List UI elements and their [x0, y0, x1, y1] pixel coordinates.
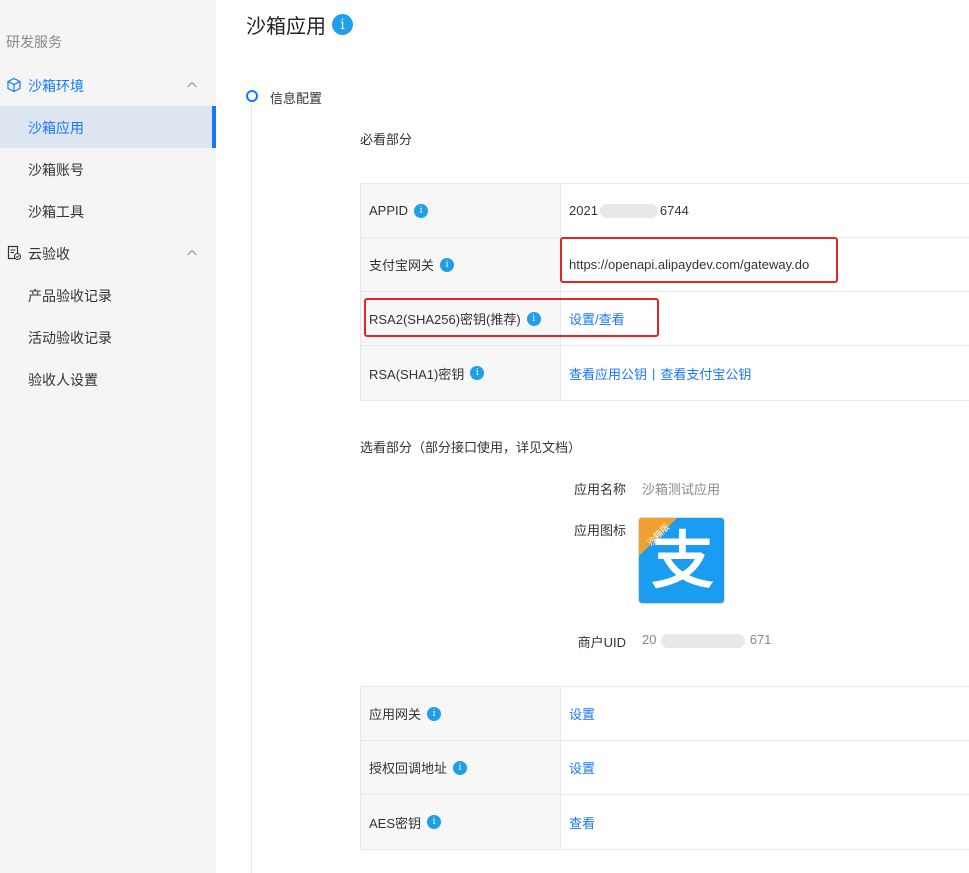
row-label: 支付宝网关 i [361, 238, 561, 291]
merchant-uid-row: 商户UID 20 671 [566, 632, 772, 651]
page-title: 沙箱应用 i [246, 10, 353, 39]
aes-key-view-link[interactable]: 查看 [569, 813, 595, 832]
main-content: 沙箱应用 i 信息配置 必看部分 APPID i 2021 6744 支付宝网关… [216, 0, 969, 873]
view-app-public-key-link[interactable]: 查看应用公钥 [569, 364, 647, 383]
app-icon-label: 应用图标 [573, 523, 626, 538]
app-gateway-value: 设置 [569, 687, 595, 740]
info-icon[interactable]: i [453, 760, 468, 775]
callback-url-set-link[interactable]: 设置 [569, 758, 595, 777]
app-name-row: 应用名称 沙箱测试应用 [566, 479, 720, 498]
app-name-label: 应用名称 [573, 482, 626, 497]
row-label: 应用网关 i [361, 687, 561, 740]
row-label-text: RSA(SHA1)密钥 [369, 366, 465, 382]
merchant-uid-prefix: 20 [642, 632, 657, 647]
masked-text [661, 633, 746, 648]
info-icon[interactable]: i [470, 366, 485, 380]
alipay-glyph: 支 [651, 527, 714, 596]
app-gateway-set-link[interactable]: 设置 [569, 704, 595, 723]
optional-config-table: 应用网关 i 设置 授权回调地址 i 设置 AES密钥 i 查看 [360, 686, 969, 850]
sidebar-item-label: 验收人设置 [28, 372, 98, 388]
row-label: 授权回调地址 i [361, 741, 561, 794]
highlight-box-gateway [560, 237, 838, 283]
highlight-box-rsa2 [364, 298, 659, 337]
rsa-value: 查看应用公钥 | 查看支付宝公钥 [569, 346, 751, 400]
sidebar-item-label: 沙箱工具 [28, 204, 84, 220]
info-icon[interactable]: i [427, 706, 442, 721]
page-title-text: 沙箱应用 [246, 16, 326, 38]
table-row: RSA(SHA1)密钥 i 查看应用公钥 | 查看支付宝公钥 [361, 346, 969, 400]
link-separator: | [652, 365, 656, 381]
document-check-icon [7, 245, 22, 261]
sidebar-section-title: 研发服务 [6, 34, 62, 50]
sidebar-group-label: 云验收 [28, 246, 70, 262]
sidebar-item-label: 沙箱账号 [28, 162, 84, 178]
row-label-text: 应用网关 [369, 707, 422, 722]
row-label: RSA(SHA1)密钥 i [361, 346, 561, 400]
row-label: AES密钥 i [361, 795, 561, 849]
required-config-table: APPID i 2021 6744 支付宝网关 i https://openap… [360, 183, 969, 401]
merchant-uid-label: 商户UID [577, 635, 626, 650]
row-label-text: AES密钥 [369, 815, 422, 831]
masked-text [599, 203, 658, 218]
appid-prefix: 2021 [569, 203, 598, 218]
table-row: AES密钥 i 查看 [361, 795, 969, 849]
sidebar-item-sandbox-account[interactable]: 沙箱账号 [0, 148, 216, 190]
chevron-up-icon[interactable] [186, 79, 198, 91]
info-icon[interactable]: i [427, 815, 442, 829]
sidebar-item-product-acceptance[interactable]: 产品验收记录 [0, 274, 216, 316]
row-label-text: APPID [369, 203, 409, 218]
sidebar: 研发服务 沙箱环境 沙箱应用 沙箱账号 沙箱工具 云验收 产品验收记录 活动验收 [0, 0, 216, 873]
sidebar-item-label: 产品验收记录 [28, 288, 112, 304]
table-row: 应用网关 i 设置 [361, 687, 969, 741]
cube-icon [7, 77, 21, 93]
timeline-line [251, 104, 252, 873]
merchant-uid-suffix: 671 [749, 632, 772, 647]
row-label-text: 支付宝网关 [369, 258, 435, 273]
info-icon[interactable]: i [414, 203, 429, 218]
sidebar-group-acceptance[interactable]: 云验收 [0, 232, 216, 274]
sidebar-item-acceptor-settings[interactable]: 验收人设置 [0, 358, 216, 400]
row-label: APPID i [361, 184, 561, 237]
sidebar-group-sandbox[interactable]: 沙箱环境 [0, 64, 216, 106]
sidebar-item-sandbox-app[interactable]: 沙箱应用 [0, 106, 216, 148]
step-title: 信息配置 [270, 91, 323, 106]
alipay-app-icon: 沙箱版 支 [638, 517, 725, 604]
view-alipay-public-key-link[interactable]: 查看支付宝公钥 [660, 364, 751, 383]
row-label-text: 授权回调地址 [369, 761, 448, 776]
info-icon[interactable]: i [440, 257, 455, 272]
table-row: APPID i 2021 6744 [361, 184, 969, 238]
sidebar-group-label: 沙箱环境 [28, 78, 84, 94]
sidebar-item-sandbox-tools[interactable]: 沙箱工具 [0, 190, 216, 232]
info-icon[interactable]: i [332, 14, 353, 35]
aes-key-value: 查看 [569, 795, 595, 849]
chevron-up-icon[interactable] [186, 247, 198, 259]
required-section-title: 必看部分 [360, 132, 413, 147]
sidebar-item-label: 活动验收记录 [28, 330, 112, 346]
appid-suffix: 6744 [659, 203, 689, 218]
app-icon-row: 应用图标 [566, 520, 642, 539]
merchant-uid-value: 20 671 [642, 632, 771, 651]
sidebar-item-activity-acceptance[interactable]: 活动验收记录 [0, 316, 216, 358]
appid-value: 2021 6744 [569, 184, 689, 237]
app-name-value: 沙箱测试应用 [642, 482, 721, 497]
table-row: 授权回调地址 i 设置 [361, 741, 969, 795]
sidebar-item-label: 沙箱应用 [28, 120, 84, 136]
optional-section-title: 选看部分（部分接口使用，详见文档） [360, 440, 582, 455]
callback-url-value: 设置 [569, 741, 595, 794]
timeline-dot [246, 90, 258, 102]
